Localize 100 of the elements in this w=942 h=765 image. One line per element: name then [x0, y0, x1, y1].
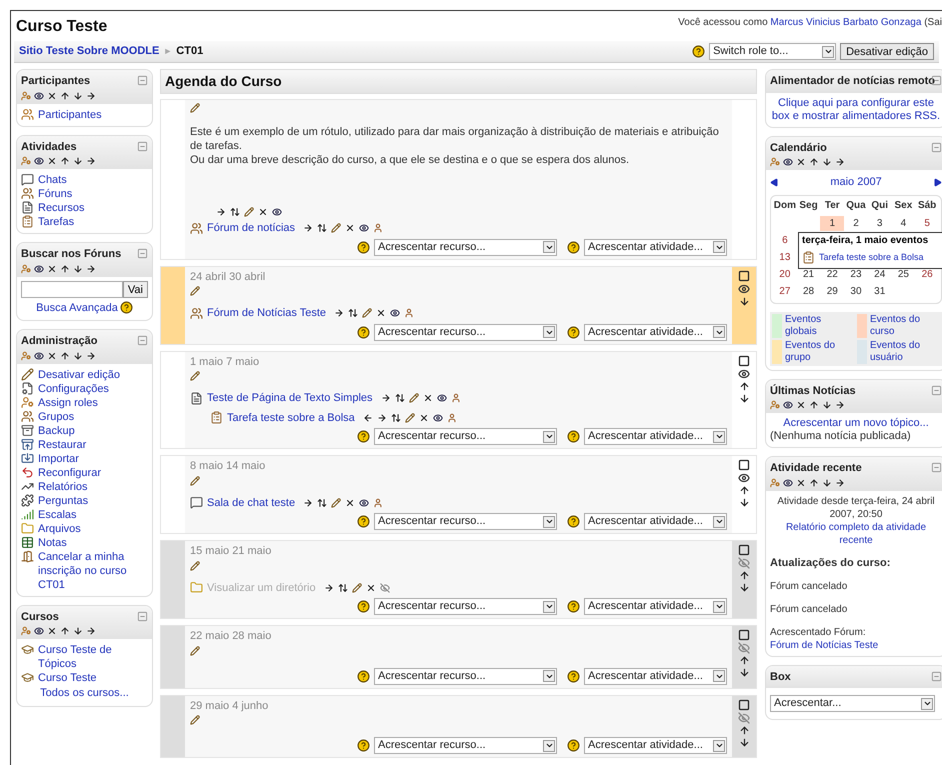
- calendar-day[interactable]: 31: [868, 284, 892, 298]
- calendar-day[interactable]: 29: [820, 284, 844, 298]
- help-icon[interactable]: [567, 240, 580, 254]
- eye-icon[interactable]: [34, 350, 44, 360]
- help-icon[interactable]: [357, 430, 370, 443]
- next-month-icon[interactable]: [933, 178, 942, 187]
- advanced-search-link[interactable]: Busca Avançada: [36, 300, 118, 316]
- add-activity-dropdown[interactable]: Acrescentar atividade...: [584, 238, 727, 256]
- move-icon[interactable]: [317, 223, 328, 234]
- arrow-up-icon[interactable]: [738, 655, 750, 666]
- arrow-up-icon[interactable]: [60, 264, 70, 274]
- block-link[interactable]: Desativar edição: [38, 368, 120, 382]
- arrow-down-icon[interactable]: [73, 264, 83, 274]
- calendar-day[interactable]: 6: [773, 232, 797, 248]
- go-button[interactable]: Vai: [122, 280, 148, 298]
- eye-icon[interactable]: [738, 282, 750, 294]
- eye-icon[interactable]: [783, 157, 793, 167]
- help-icon[interactable]: [120, 301, 133, 314]
- user-link[interactable]: Marcus Vinicius Barbato Gonzaga: [770, 17, 922, 28]
- square-icon[interactable]: [738, 544, 750, 556]
- full-report-link[interactable]: Relatório completo da atividade recente: [770, 520, 942, 546]
- arrow-up-icon[interactable]: [60, 90, 70, 100]
- pencil-icon[interactable]: [331, 223, 342, 234]
- help-icon[interactable]: [567, 670, 580, 682]
- calendar-day[interactable]: 1: [820, 216, 844, 230]
- pencil-icon[interactable]: [190, 715, 200, 725]
- calendar-day[interactable]: 27: [773, 284, 797, 298]
- delete-icon[interactable]: [366, 582, 376, 593]
- pencil-icon[interactable]: [404, 412, 415, 423]
- activity-link[interactable]: Fórum de notícias: [207, 220, 296, 236]
- eye-icon[interactable]: [738, 472, 750, 484]
- help-icon[interactable]: [567, 430, 580, 443]
- configure-link[interactable]: Clique aqui para configurar este box e mostrar alimentadores RSS.: [770, 96, 942, 122]
- arrow-right-icon[interactable]: [835, 478, 845, 488]
- square-icon[interactable]: [738, 629, 750, 641]
- person-icon[interactable]: [450, 393, 461, 404]
- pencil-icon[interactable]: [362, 308, 372, 318]
- arrow-up-icon[interactable]: [738, 380, 750, 392]
- block-link[interactable]: Cancelar a minha inscrição no curso CT01: [38, 550, 148, 592]
- activity-link[interactable]: Teste de Página de Texto Simples: [207, 390, 373, 406]
- eye-icon[interactable]: [783, 400, 793, 410]
- arrow-up-icon[interactable]: [738, 570, 750, 581]
- delete-icon[interactable]: [47, 350, 57, 360]
- pencil-icon[interactable]: [408, 393, 419, 404]
- arrow-up-icon[interactable]: [738, 485, 750, 496]
- arrow-down-icon[interactable]: [738, 497, 750, 508]
- calendar-day[interactable]: 2: [844, 216, 868, 230]
- move-icon[interactable]: [394, 393, 405, 404]
- delete-icon[interactable]: [47, 264, 57, 274]
- new-topic-link[interactable]: Acrescentar um novo tópico...: [770, 417, 942, 430]
- add-resource-dropdown[interactable]: Acrescentar recurso...: [374, 428, 557, 445]
- block-link[interactable]: Escalas: [38, 508, 77, 522]
- help-icon[interactable]: [357, 600, 370, 613]
- legend-link[interactable]: Eventos do grupo: [782, 340, 855, 364]
- arrow-up-icon[interactable]: [60, 626, 70, 636]
- add-resource-dropdown[interactable]: Acrescentar recurso...: [374, 737, 557, 754]
- arrow-down-icon[interactable]: [822, 157, 832, 167]
- arrow-right-icon[interactable]: [334, 308, 344, 318]
- move-icon[interactable]: [390, 412, 401, 423]
- add-activity-dropdown[interactable]: Acrescentar atividade...: [584, 428, 727, 445]
- calendar-day[interactable]: 20: [773, 266, 797, 282]
- delete-icon[interactable]: [345, 498, 356, 508]
- person-icon[interactable]: [373, 223, 384, 234]
- calendar-day[interactable]: 5: [915, 216, 939, 230]
- arrow-down-icon[interactable]: [73, 90, 83, 100]
- arrow-right-icon[interactable]: [376, 412, 387, 423]
- move-icon[interactable]: [338, 582, 348, 593]
- block-link[interactable]: Arquivos: [38, 522, 81, 536]
- person-icon[interactable]: [373, 498, 384, 508]
- calendar-day[interactable]: 28: [796, 284, 820, 298]
- eye-icon[interactable]: [359, 498, 370, 508]
- arrow-right-icon[interactable]: [86, 156, 96, 166]
- block-link[interactable]: Assign roles: [38, 396, 98, 410]
- block-link[interactable]: Chats: [38, 173, 67, 187]
- legend-link[interactable]: Eventos globais: [782, 314, 855, 338]
- help-icon[interactable]: [567, 739, 580, 752]
- add-resource-dropdown[interactable]: Acrescentar recurso...: [374, 598, 557, 615]
- arrow-down-icon[interactable]: [73, 350, 83, 360]
- square-icon[interactable]: [738, 459, 750, 471]
- add-resource-dropdown[interactable]: Acrescentar recurso...: [374, 324, 557, 340]
- delete-icon[interactable]: [418, 412, 429, 423]
- all-courses-link[interactable]: Todos os cursos...: [40, 685, 129, 702]
- arrow-right-icon[interactable]: [303, 498, 314, 508]
- eye-icon[interactable]: [34, 156, 44, 166]
- person-icon[interactable]: [404, 308, 414, 318]
- help-icon[interactable]: [567, 515, 580, 528]
- calendar-day[interactable]: 24: [868, 266, 892, 282]
- arrow-right-icon[interactable]: [86, 90, 96, 100]
- help-icon[interactable]: [357, 240, 370, 254]
- previous-month-icon[interactable]: [770, 178, 779, 187]
- add-activity-dropdown[interactable]: Acrescentar atividade...: [584, 598, 727, 615]
- arrow-up-icon[interactable]: [809, 157, 819, 167]
- delete-icon[interactable]: [422, 393, 433, 404]
- pencil-icon[interactable]: [244, 207, 254, 217]
- delete-icon[interactable]: [376, 308, 386, 318]
- event-link[interactable]: Tarefa teste sobre a Bolsa: [819, 250, 924, 264]
- calendar-day[interactable]: 21: [796, 266, 820, 282]
- person-icon[interactable]: [446, 412, 457, 423]
- arrow-down-icon[interactable]: [738, 296, 750, 306]
- add-resource-dropdown[interactable]: Acrescentar recurso...: [374, 238, 557, 256]
